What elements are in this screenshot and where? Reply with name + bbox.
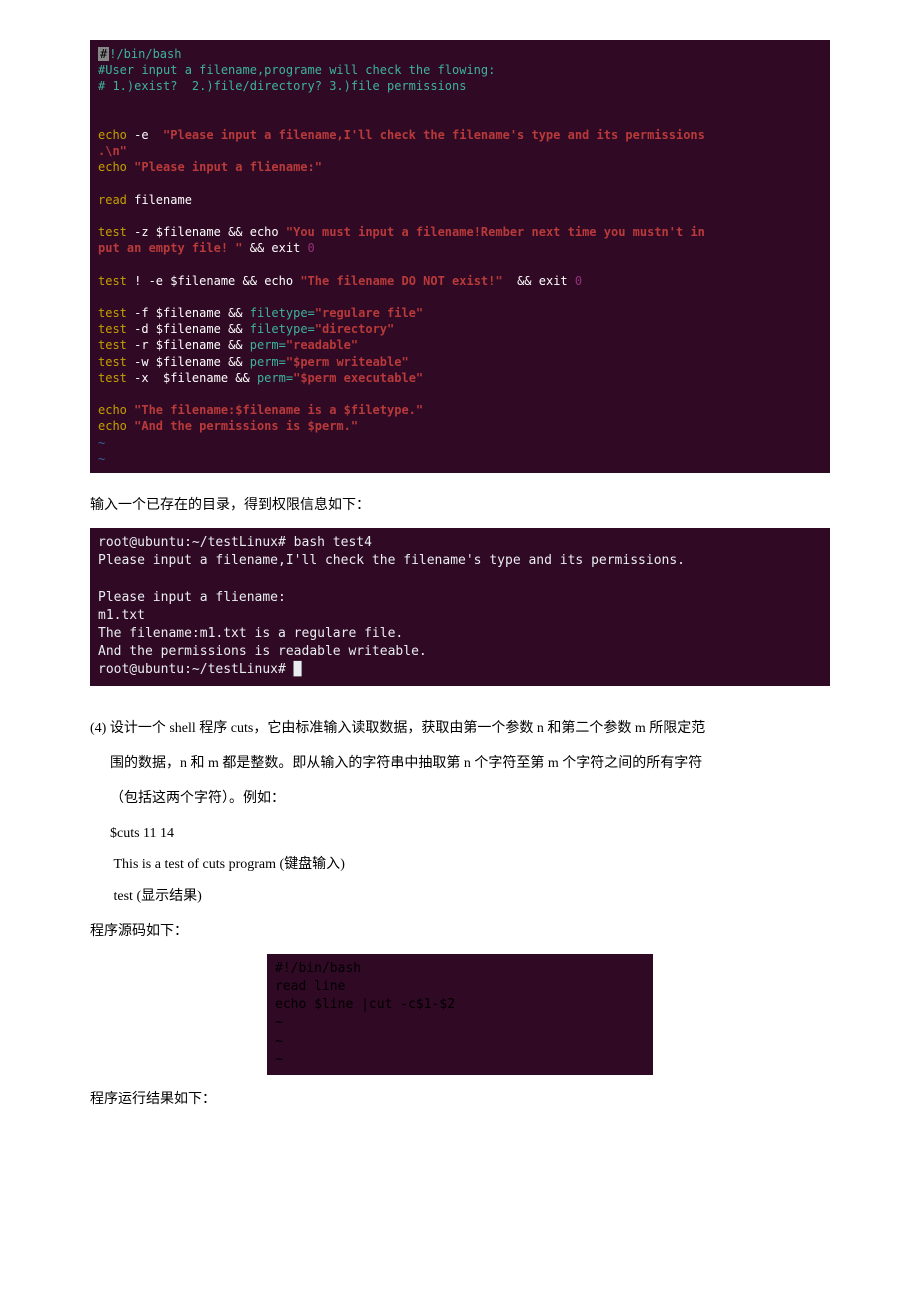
- and-op: &&: [228, 355, 242, 369]
- terminal-output-test4: root@ubuntu:~/testLinux# bash test4 Plea…: [90, 528, 830, 686]
- tilde-line: ~: [98, 452, 105, 466]
- test-arg: -r $filename: [127, 338, 228, 352]
- example-input-paren: ): [340, 857, 345, 872]
- read-keyword: read: [98, 193, 127, 207]
- assign: perm=: [250, 371, 293, 385]
- assign: perm=: [243, 355, 286, 369]
- echo-keyword: echo: [98, 160, 127, 174]
- echo-flag: -e: [127, 128, 163, 142]
- test-keyword: test: [98, 322, 127, 336]
- var: filename: [127, 193, 192, 207]
- test-arg: -e $filename: [141, 274, 242, 288]
- run-result-label: 程序运行结果如下：: [90, 1087, 830, 1112]
- example-input-en: This is a test of cuts program (: [114, 857, 285, 872]
- section-4-line2: 围的数据，n 和 m 都是整数。即从输入的字符串中抽取第 n 个字符至第 m 个…: [90, 751, 830, 776]
- shebang: !/bin/bash: [109, 47, 181, 61]
- read-keyword: read: [275, 979, 306, 994]
- section-4-title: (4) 设计一个 shell 程序 cuts，它由标准输入读取数据，获取由第一个…: [90, 716, 830, 741]
- test-keyword: test: [98, 274, 127, 288]
- num: 0: [568, 274, 582, 288]
- assign: filetype=: [243, 322, 315, 336]
- example-output-en: test (: [114, 889, 142, 904]
- pipe-cut: |cut: [361, 997, 392, 1012]
- test-arg: -d $filename: [127, 322, 228, 336]
- term-line: root@ubuntu:~/testLinux# bash test4: [98, 535, 372, 550]
- assign: filetype=: [243, 306, 315, 320]
- and-exit: && exit: [243, 241, 301, 255]
- tilde-line: ~: [275, 1052, 283, 1067]
- string: "Please input a filename,I'll check the …: [163, 128, 705, 142]
- test-keyword: test: [98, 355, 127, 369]
- cursor: █: [294, 662, 302, 677]
- string: "directory": [315, 322, 394, 336]
- string: put an empty file! ": [98, 241, 243, 255]
- string: "The filename:$filename is a $filetype.": [127, 403, 423, 417]
- source-code-label: 程序源码如下：: [90, 919, 830, 944]
- hash-char: #: [275, 961, 283, 976]
- term-line: The filename:m1.txt is a regulare file.: [98, 626, 403, 641]
- example-input-zh: 键盘输入: [284, 857, 340, 872]
- and-exit: && exit: [510, 274, 568, 288]
- string: .\n": [98, 144, 127, 158]
- var-ref: $line: [306, 997, 361, 1012]
- code-block-cuts: #!/bin/bash read line echo $line |cut -c…: [267, 954, 653, 1075]
- paragraph-result-intro: 输入一个已存在的目录，得到权限信息如下：: [90, 493, 830, 518]
- tilde-line: ~: [275, 1015, 283, 1030]
- string: "The filename DO NOT exist!": [293, 274, 510, 288]
- test-keyword: test: [98, 371, 127, 385]
- section-4-line1: (4) 设计一个 shell 程序 cuts，它由标准输入读取数据，获取由第一个…: [90, 721, 705, 736]
- string: "$perm executable": [293, 371, 423, 385]
- string: "regulare file": [315, 306, 423, 320]
- tilde-line: ~: [98, 436, 105, 450]
- bang: !: [127, 274, 141, 288]
- string: "Please input a fliename:": [127, 160, 322, 174]
- code-block-test4: #!/bin/bash #User input a filename,progr…: [90, 40, 830, 473]
- shebang: !/bin/bash: [283, 961, 361, 976]
- term-line: root@ubuntu:~/testLinux#: [98, 662, 294, 677]
- tilde-line: ~: [275, 1034, 283, 1049]
- test-arg: -f $filename: [127, 306, 228, 320]
- cut-arg: -c$1-$2: [392, 997, 455, 1012]
- comment-line: #User input a filename,programe will che…: [98, 63, 495, 77]
- and-op: &&: [228, 338, 242, 352]
- string: "You must input a filename!Rember next t…: [279, 225, 705, 239]
- string: "$perm writeable": [286, 355, 409, 369]
- example-output-paren: ): [197, 889, 202, 904]
- and-op: &&: [235, 371, 249, 385]
- and-op: &&: [228, 322, 242, 336]
- example-output-zh: 显示结果: [141, 889, 197, 904]
- term-line: Please input a filename,I'll check the f…: [98, 553, 685, 568]
- echo-keyword: echo: [275, 997, 306, 1012]
- assign: perm=: [243, 338, 286, 352]
- example-input: This is a test of cuts program (键盘输入): [110, 852, 830, 877]
- and-op: &&: [228, 306, 242, 320]
- test-keyword: test: [98, 225, 127, 239]
- var: line: [306, 979, 345, 994]
- and-echo: && echo: [243, 274, 294, 288]
- string: "readable": [286, 338, 358, 352]
- term-line: And the permissions is readable writeabl…: [98, 644, 427, 659]
- hash-char: #: [98, 47, 109, 61]
- echo-keyword: echo: [98, 419, 127, 433]
- string: "And the permissions is $perm.": [127, 419, 358, 433]
- test-arg: -x $filename: [127, 371, 235, 385]
- test-keyword: test: [98, 306, 127, 320]
- term-line: m1.txt: [98, 608, 145, 623]
- num: 0: [300, 241, 314, 255]
- echo-keyword: echo: [98, 403, 127, 417]
- and-echo: && echo: [228, 225, 279, 239]
- example-cuts-cmd: $cuts 11 14: [110, 821, 830, 846]
- test-arg: -w $filename: [127, 355, 228, 369]
- test-keyword: test: [98, 338, 127, 352]
- section-4-line3: （包括这两个字符）。例如：: [90, 786, 830, 811]
- comment-line: # 1.)exist? 2.)file/directory? 3.)file p…: [98, 79, 466, 93]
- echo-keyword: echo: [98, 128, 127, 142]
- test-arg: -z $filename: [127, 225, 228, 239]
- example-output: test (显示结果): [110, 884, 830, 909]
- term-line: Please input a fliename:: [98, 590, 286, 605]
